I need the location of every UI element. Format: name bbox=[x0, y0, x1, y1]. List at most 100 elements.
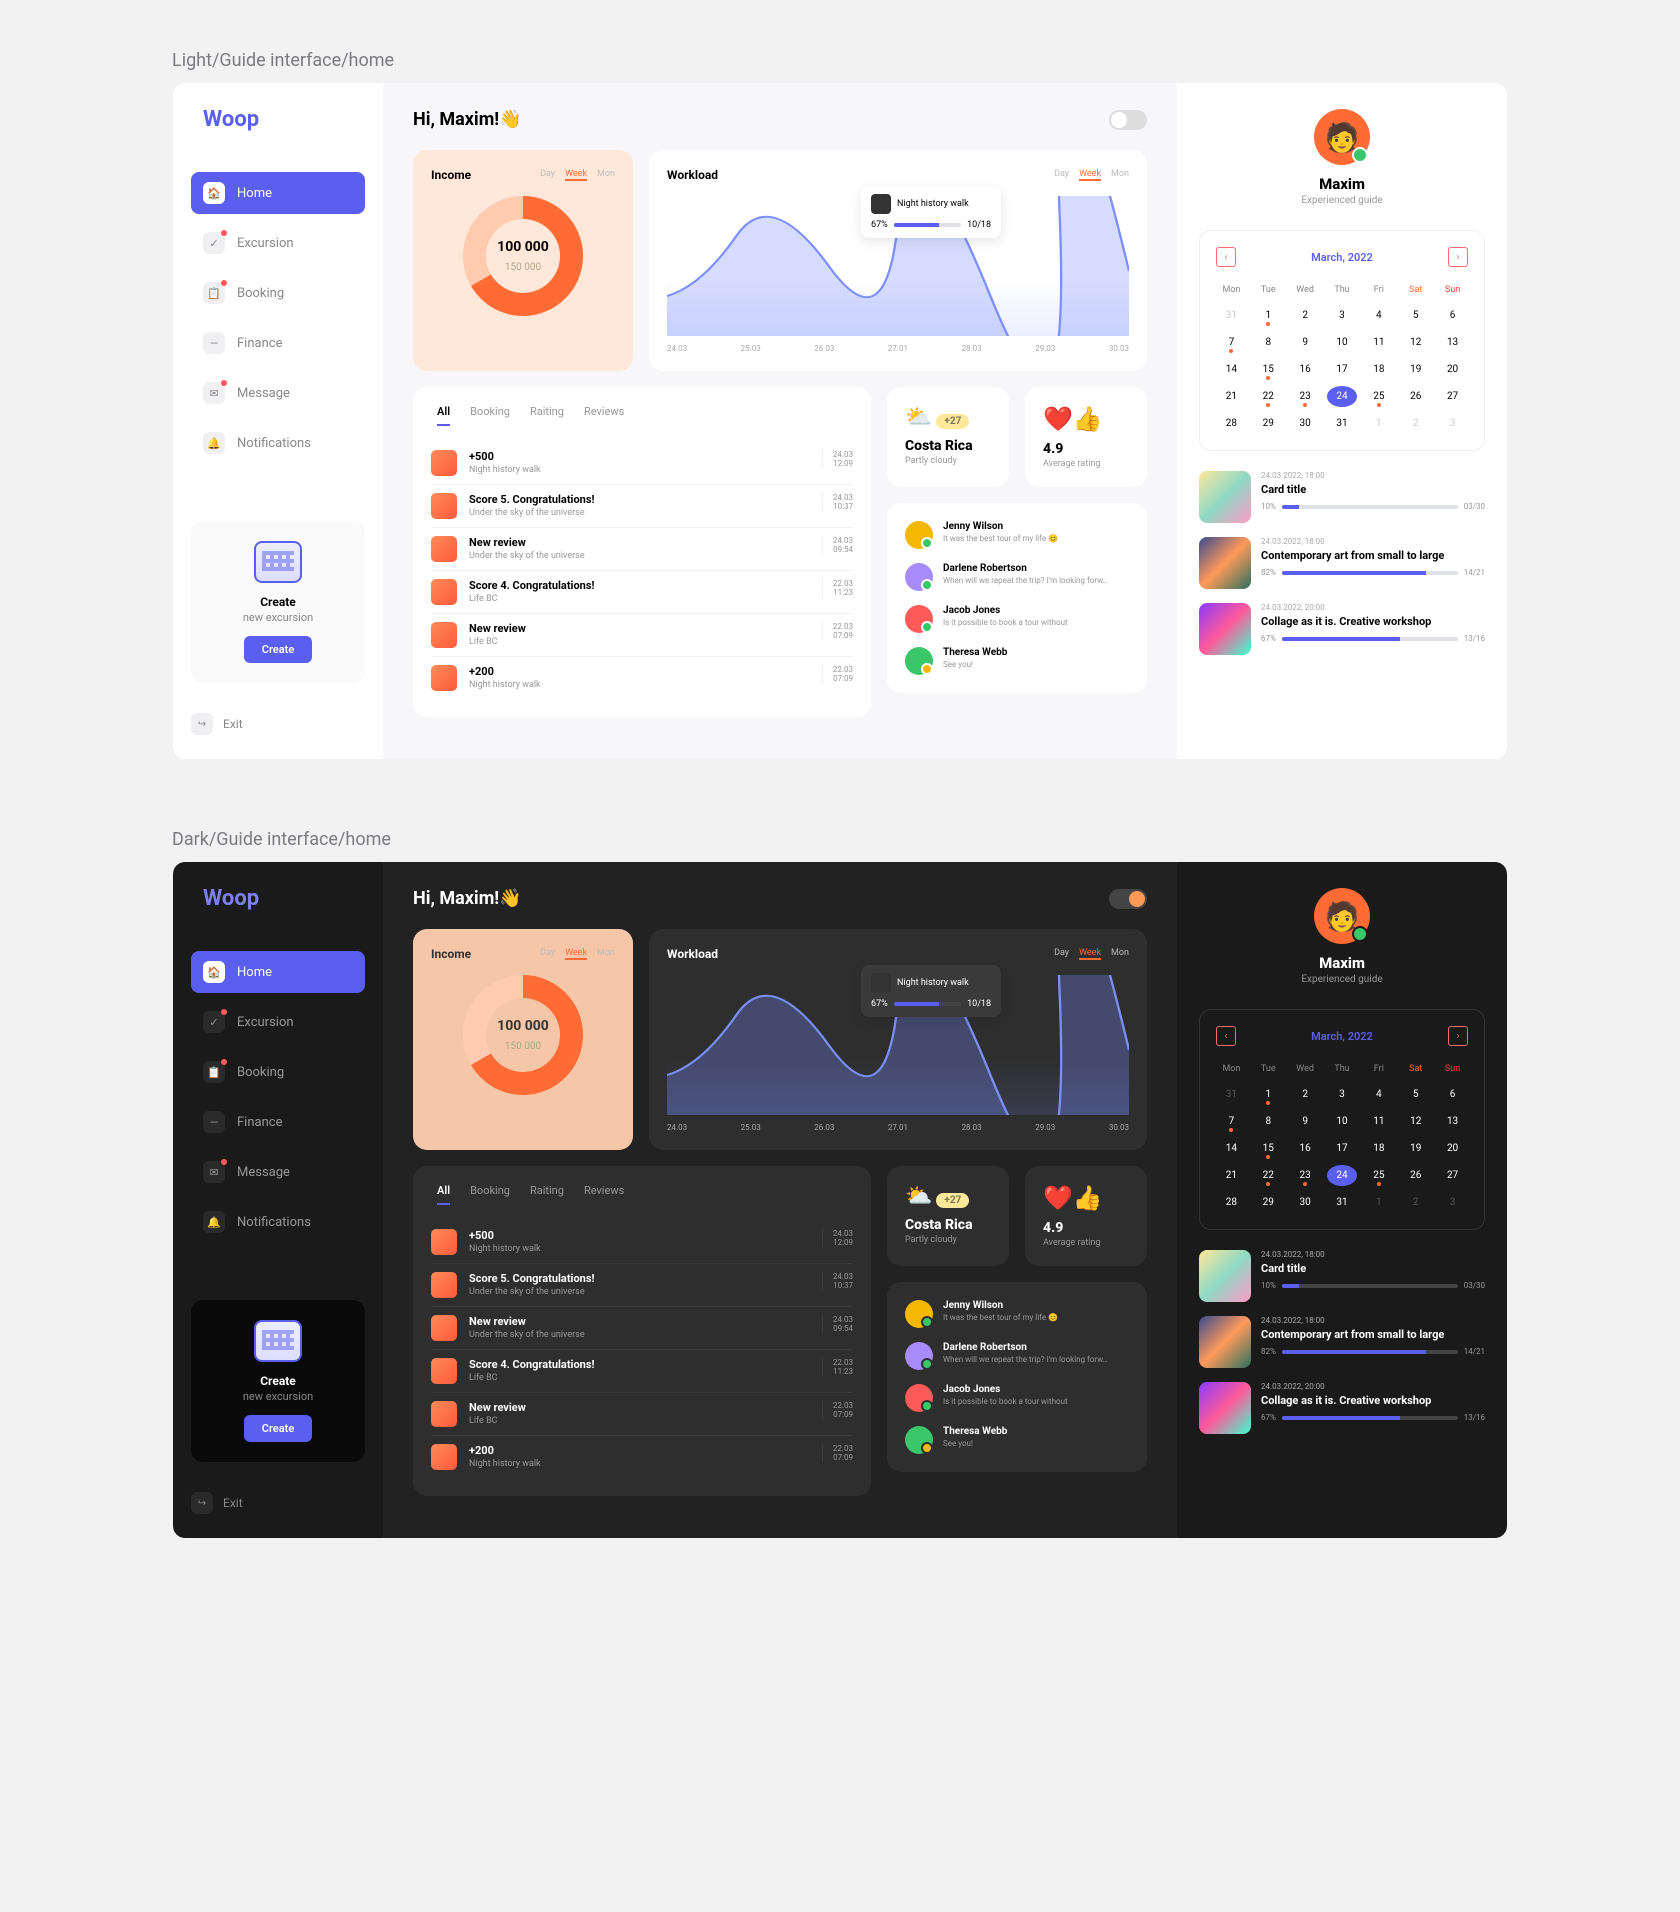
nav-message[interactable]: ✉Message bbox=[191, 1151, 365, 1193]
feed-tab[interactable]: Booking bbox=[470, 1184, 510, 1205]
calendar-day[interactable]: 25 bbox=[1363, 1165, 1394, 1186]
calendar-day[interactable]: 2 bbox=[1400, 413, 1431, 434]
calendar-day[interactable]: 19 bbox=[1400, 359, 1431, 380]
calendar-next[interactable]: › bbox=[1448, 1026, 1468, 1046]
calendar-day[interactable]: 24 bbox=[1327, 1165, 1358, 1186]
feed-tab[interactable]: All bbox=[437, 405, 450, 426]
calendar-day[interactable]: 3 bbox=[1327, 305, 1358, 326]
income-tab[interactable]: Mon bbox=[597, 948, 615, 960]
message-item[interactable]: Theresa WebbSee you! bbox=[905, 1426, 1129, 1454]
feed-item[interactable]: +500Night history walk24.0312:09 bbox=[431, 442, 853, 485]
calendar-next[interactable]: › bbox=[1448, 247, 1468, 267]
calendar-day[interactable]: 12 bbox=[1400, 1111, 1431, 1132]
nav-notifications[interactable]: 🔔Notifications bbox=[191, 422, 365, 464]
calendar-day[interactable]: 1 bbox=[1253, 305, 1284, 326]
message-item[interactable]: Jacob JonesIs it possible to book a tour… bbox=[905, 605, 1129, 633]
calendar-day[interactable]: 3 bbox=[1327, 1084, 1358, 1105]
workload-tab[interactable]: Day bbox=[1054, 169, 1069, 181]
feed-tab[interactable]: Raiting bbox=[530, 405, 564, 426]
calendar-day[interactable]: 25 bbox=[1363, 386, 1394, 407]
message-item[interactable]: Jenny WilsonIt was the best tour of my l… bbox=[905, 1300, 1129, 1328]
calendar-day[interactable]: 6 bbox=[1437, 305, 1468, 326]
event-item[interactable]: 24.03.2022, 18:00Contemporary art from s… bbox=[1199, 1316, 1485, 1368]
calendar-day[interactable]: 27 bbox=[1437, 386, 1468, 407]
feed-item[interactable]: Score 5. Congratulations!Under the sky o… bbox=[431, 485, 853, 528]
calendar-day[interactable]: 4 bbox=[1363, 1084, 1394, 1105]
workload-tab[interactable]: Mon bbox=[1111, 948, 1129, 960]
income-tab[interactable]: Day bbox=[540, 948, 555, 960]
calendar-day[interactable]: 16 bbox=[1290, 1138, 1321, 1159]
calendar-day[interactable]: 3 bbox=[1437, 413, 1468, 434]
calendar-day[interactable]: 31 bbox=[1216, 1084, 1247, 1105]
calendar-day[interactable]: 23 bbox=[1290, 1165, 1321, 1186]
calendar-day[interactable]: 22 bbox=[1253, 386, 1284, 407]
calendar-day[interactable]: 24 bbox=[1327, 386, 1358, 407]
calendar-day[interactable]: 14 bbox=[1216, 359, 1247, 380]
calendar-day[interactable]: 31 bbox=[1327, 413, 1358, 434]
calendar-day[interactable]: 19 bbox=[1400, 1138, 1431, 1159]
theme-toggle[interactable] bbox=[1109, 889, 1147, 909]
nav-finance[interactable]: —Finance bbox=[191, 1101, 365, 1143]
calendar-day[interactable]: 15 bbox=[1253, 359, 1284, 380]
calendar-day[interactable]: 15 bbox=[1253, 1138, 1284, 1159]
calendar-day[interactable]: 8 bbox=[1253, 1111, 1284, 1132]
calendar-prev[interactable]: ‹ bbox=[1216, 247, 1236, 267]
calendar-day[interactable]: 17 bbox=[1327, 1138, 1358, 1159]
calendar-day[interactable]: 3 bbox=[1437, 1192, 1468, 1213]
calendar-day[interactable]: 13 bbox=[1437, 1111, 1468, 1132]
income-tab[interactable]: Week bbox=[565, 948, 587, 960]
event-item[interactable]: 24.03.2022, 20:00Collage as it is. Creat… bbox=[1199, 603, 1485, 655]
calendar-day[interactable]: 9 bbox=[1290, 332, 1321, 353]
feed-item[interactable]: New reviewLife BC22.0307:09 bbox=[431, 614, 853, 657]
calendar-day[interactable]: 20 bbox=[1437, 1138, 1468, 1159]
exit-link[interactable]: ↪Exit bbox=[191, 1492, 365, 1514]
profile-avatar[interactable]: 🧑 bbox=[1314, 109, 1370, 165]
calendar-day[interactable]: 28 bbox=[1216, 1192, 1247, 1213]
income-tab[interactable]: Mon bbox=[597, 169, 615, 181]
nav-booking[interactable]: 📋Booking bbox=[191, 1051, 365, 1093]
theme-toggle[interactable] bbox=[1109, 110, 1147, 130]
nav-home[interactable]: 🏠Home bbox=[191, 951, 365, 993]
nav-excursion[interactable]: ✓Excursion bbox=[191, 1001, 365, 1043]
nav-finance[interactable]: —Finance bbox=[191, 322, 365, 364]
calendar-day[interactable]: 4 bbox=[1363, 305, 1394, 326]
calendar-day[interactable]: 30 bbox=[1290, 413, 1321, 434]
nav-notifications[interactable]: 🔔Notifications bbox=[191, 1201, 365, 1243]
calendar-day[interactable]: 23 bbox=[1290, 386, 1321, 407]
event-item[interactable]: 24.03.2022, 18:00Card title10%03/30 bbox=[1199, 1250, 1485, 1302]
event-item[interactable]: 24.03.2022, 18:00Card title10%03/30 bbox=[1199, 471, 1485, 523]
feed-tab[interactable]: Reviews bbox=[584, 405, 624, 426]
feed-item[interactable]: Score 5. Congratulations!Under the sky o… bbox=[431, 1264, 853, 1307]
event-item[interactable]: 24.03.2022, 20:00Collage as it is. Creat… bbox=[1199, 1382, 1485, 1434]
feed-item[interactable]: Score 4. Congratulations!Life BC22.0311:… bbox=[431, 571, 853, 614]
feed-item[interactable]: New reviewUnder the sky of the universe2… bbox=[431, 528, 853, 571]
calendar-day[interactable]: 27 bbox=[1437, 1165, 1468, 1186]
calendar-day[interactable]: 1 bbox=[1363, 1192, 1394, 1213]
calendar-day[interactable]: 31 bbox=[1216, 305, 1247, 326]
calendar-day[interactable]: 1 bbox=[1253, 1084, 1284, 1105]
income-tab[interactable]: Week bbox=[565, 169, 587, 181]
calendar-day[interactable]: 29 bbox=[1253, 413, 1284, 434]
feed-item[interactable]: New reviewUnder the sky of the universe2… bbox=[431, 1307, 853, 1350]
create-button[interactable]: Create bbox=[244, 636, 313, 663]
event-item[interactable]: 24.03.2022, 18:00Contemporary art from s… bbox=[1199, 537, 1485, 589]
calendar-day[interactable]: 10 bbox=[1327, 332, 1358, 353]
message-item[interactable]: Jacob JonesIs it possible to book a tour… bbox=[905, 1384, 1129, 1412]
calendar-day[interactable]: 2 bbox=[1290, 305, 1321, 326]
nav-message[interactable]: ✉Message bbox=[191, 372, 365, 414]
calendar-day[interactable]: 14 bbox=[1216, 1138, 1247, 1159]
workload-tab[interactable]: Week bbox=[1079, 948, 1101, 960]
calendar-day[interactable]: 29 bbox=[1253, 1192, 1284, 1213]
workload-tab[interactable]: Week bbox=[1079, 169, 1101, 181]
workload-tab[interactable]: Day bbox=[1054, 948, 1069, 960]
create-button[interactable]: Create bbox=[244, 1415, 313, 1442]
message-item[interactable]: Darlene RobertsonWhen will we repeat the… bbox=[905, 1342, 1129, 1370]
calendar-day[interactable]: 26 bbox=[1400, 1165, 1431, 1186]
calendar-day[interactable]: 6 bbox=[1437, 1084, 1468, 1105]
message-item[interactable]: Theresa WebbSee you! bbox=[905, 647, 1129, 675]
feed-item[interactable]: New reviewLife BC22.0307:09 bbox=[431, 1393, 853, 1436]
calendar-day[interactable]: 9 bbox=[1290, 1111, 1321, 1132]
calendar-day[interactable]: 18 bbox=[1363, 1138, 1394, 1159]
workload-tab[interactable]: Mon bbox=[1111, 169, 1129, 181]
calendar-day[interactable]: 7 bbox=[1216, 332, 1247, 353]
